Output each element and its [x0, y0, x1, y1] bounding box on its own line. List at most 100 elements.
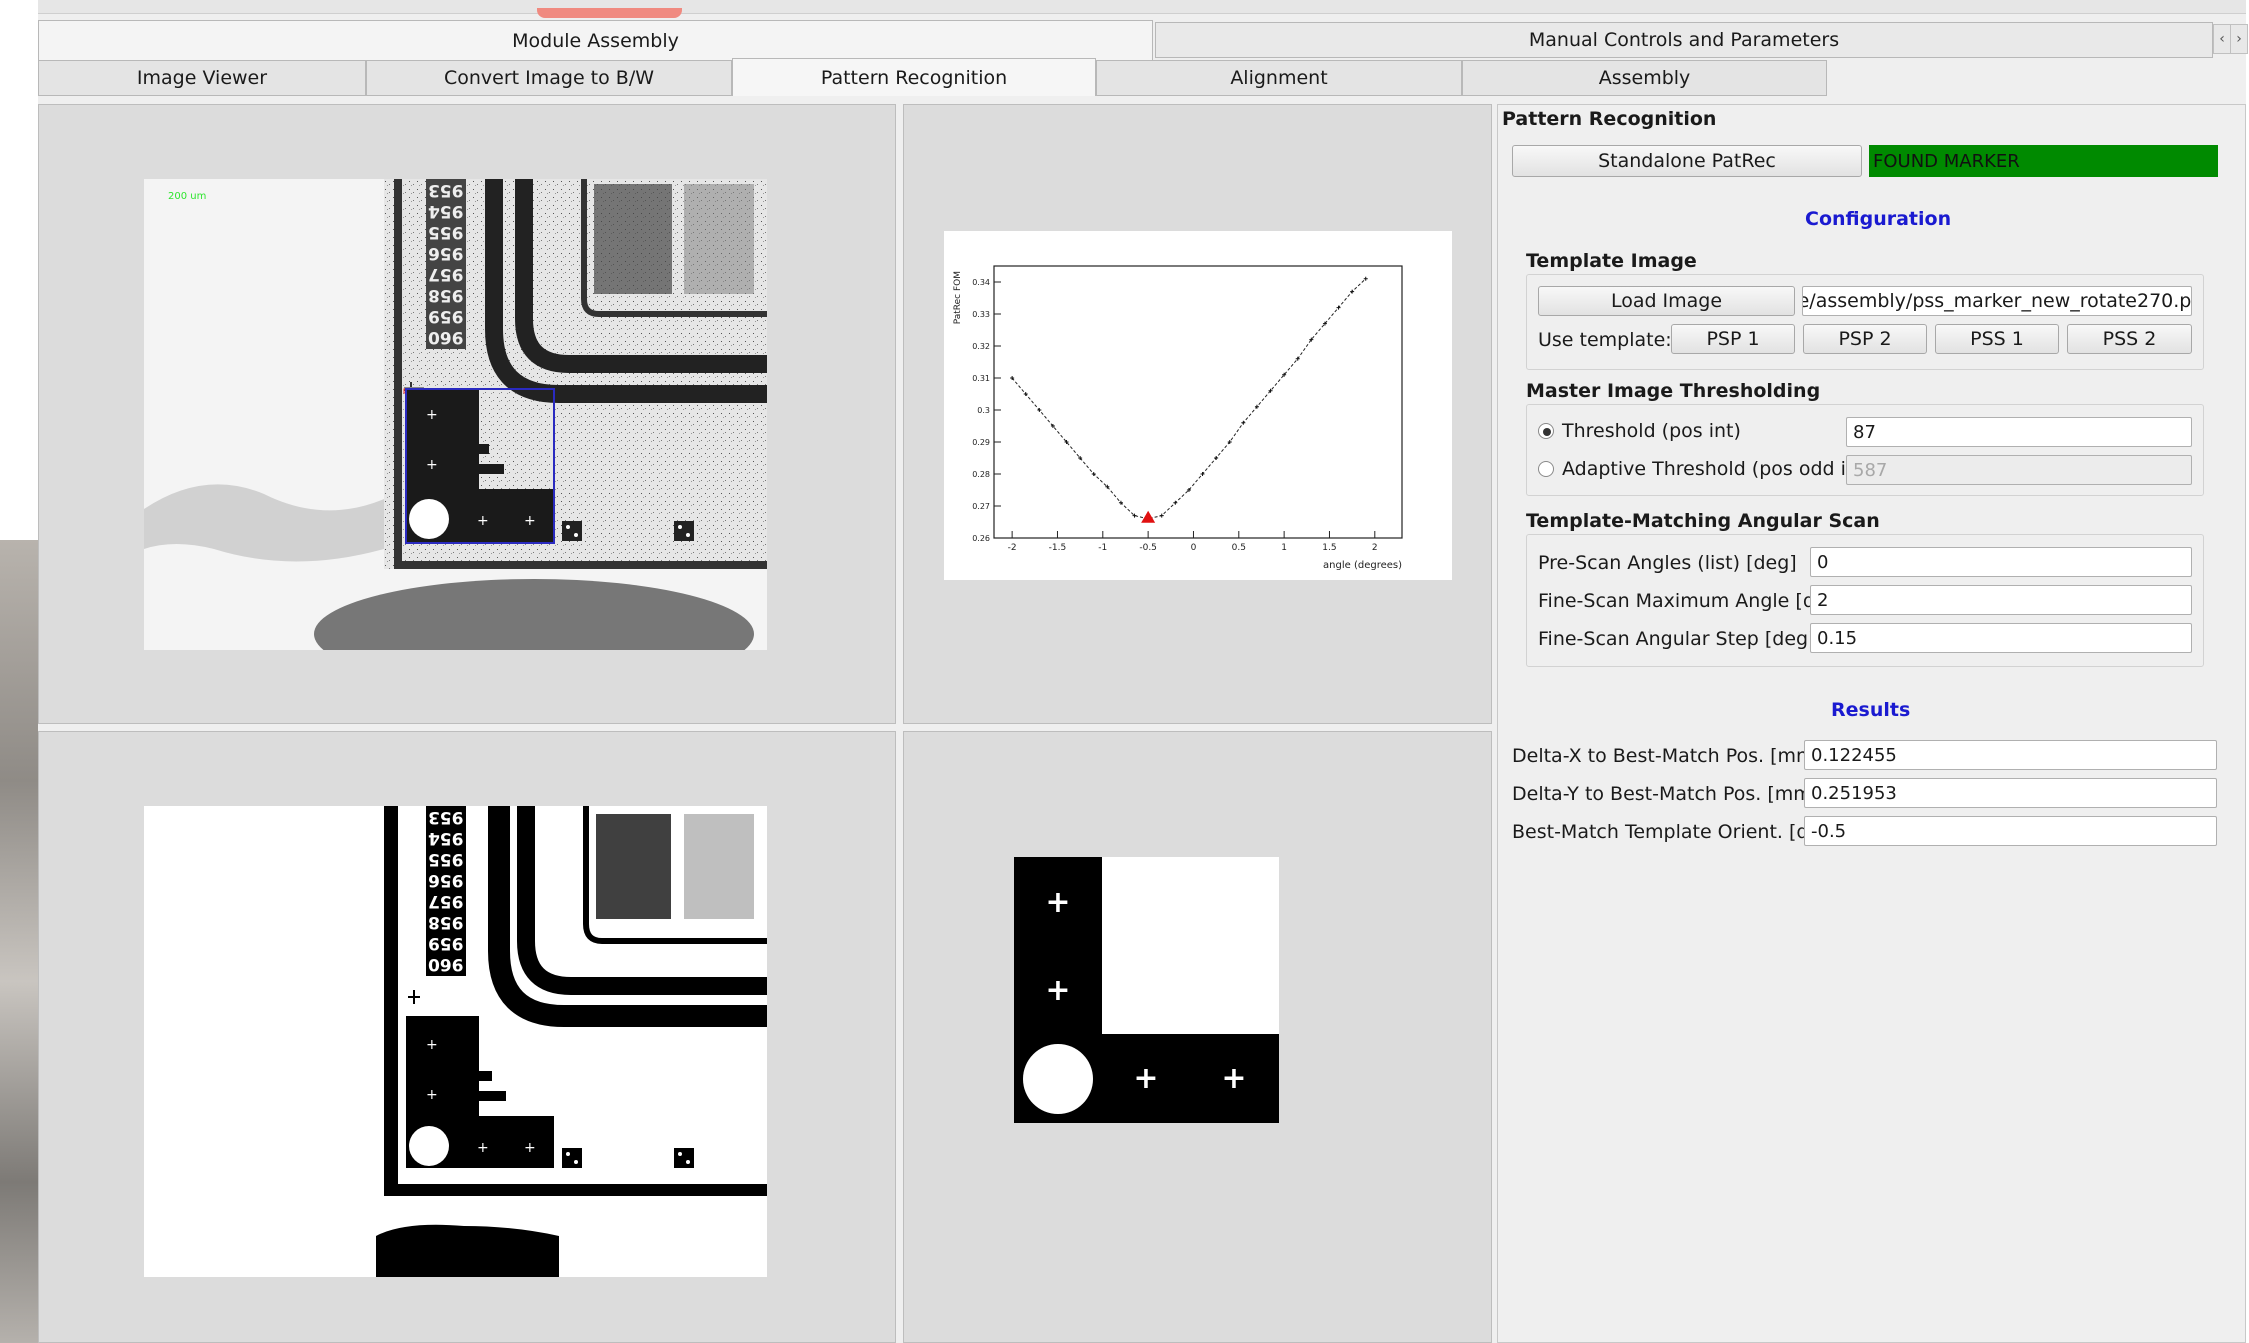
tab-alignment[interactable]: Alignment: [1096, 60, 1462, 96]
y-tick-label: 0.3: [977, 406, 990, 415]
fom-plot-svg: 0.26 0.27 0.28 0.29 0.3 0.31 0.32 0.33 0.34 -2 -1…: [953, 265, 1403, 571]
y-tick-label: 0.34: [972, 278, 990, 287]
chip-number: 957: [428, 891, 464, 911]
orientation-field[interactable]: -0.5: [1804, 816, 2217, 846]
chip-number: 956: [428, 243, 464, 263]
y-tick-label: 0.33: [972, 310, 990, 319]
svg-text:+: +: [524, 1140, 536, 1156]
tab-module-assembly[interactable]: Module Assembly: [38, 20, 1153, 60]
chip-number: 959: [428, 933, 464, 953]
tab-scroll-left-icon[interactable]: ‹: [2213, 24, 2231, 54]
chip-number: 955: [428, 849, 464, 869]
standalone-patrec-button[interactable]: Standalone PatRec: [1512, 145, 1862, 177]
template-path-field[interactable]: are/assembly/pss_marker_new_rotate270.pn…: [1802, 286, 2192, 316]
pre-scan-input[interactable]: 0: [1810, 547, 2192, 577]
x-tick-label: -1: [1098, 543, 1107, 553]
y-tick-label: 0.27: [972, 502, 990, 511]
psp1-button[interactable]: PSP 1: [1671, 324, 1795, 354]
x-tick-label: -1.5: [1049, 543, 1067, 553]
delta-x-field[interactable]: 0.122455: [1804, 740, 2217, 770]
plot-ylabel: PatRec FOM: [953, 271, 963, 324]
configuration-header: Configuration: [1805, 208, 1952, 230]
chip-number: 953: [428, 807, 464, 827]
svg-text:+: +: [1221, 1061, 1246, 1096]
template-marker-graphic: + + + +: [1014, 857, 1279, 1123]
window-indicator: [537, 8, 682, 18]
svg-text:+: +: [1133, 1061, 1158, 1096]
fine-scan-max-input[interactable]: 2: [1810, 585, 2192, 615]
x-tick-label: -2: [1008, 543, 1017, 553]
delta-x-label: Delta-X to Best-Match Pos. [mm]: [1512, 745, 1822, 767]
thresholding-title: Master Image Thresholding: [1526, 380, 1821, 402]
chip-number: 959: [428, 306, 464, 326]
chip-number: 953: [428, 180, 464, 200]
plot-frame: [993, 265, 1403, 539]
orientation-label: Best-Match Template Orient. [deg]: [1512, 821, 1840, 843]
tab-pattern-recognition[interactable]: Pattern Recognition: [732, 58, 1096, 96]
delta-y-label: Delta-Y to Best-Match Pos. [mm]: [1512, 783, 1820, 805]
svg-text:+: +: [477, 1140, 489, 1156]
chip-number: 958: [428, 285, 464, 305]
pss2-button[interactable]: PSS 2: [2067, 324, 2192, 354]
angular-scan-title: Template-Matching Angular Scan: [1526, 510, 1880, 532]
chip-number: 958: [428, 912, 464, 932]
status-indicator: FOUND MARKER: [1869, 145, 2218, 177]
x-tick-label: 0: [1191, 543, 1197, 553]
chip-number: 955: [428, 222, 464, 242]
y-tick-label: 0.29: [972, 438, 990, 447]
psp2-button[interactable]: PSP 2: [1803, 324, 1927, 354]
svg-text:+: +: [426, 1087, 438, 1103]
plot-xlabel: angle (degrees): [1323, 560, 1402, 571]
svg-text:+: +: [1045, 885, 1070, 920]
x-tick-label: 0.5: [1232, 543, 1246, 553]
y-tick-label: 0.28: [972, 470, 990, 479]
chip-number: 956: [428, 870, 464, 890]
x-tick-label: -0.5: [1139, 543, 1157, 553]
pre-scan-label: Pre-Scan Angles (list) [deg]: [1538, 552, 1797, 574]
threshold-radio[interactable]: [1538, 423, 1554, 439]
pss1-button[interactable]: PSS 1: [1935, 324, 2059, 354]
tab-scroll-right-icon[interactable]: ›: [2230, 24, 2248, 54]
svg-text:+: +: [426, 457, 438, 473]
bw-image[interactable]: + + + + 953 954 955 956 957 958 959 960: [144, 806, 767, 1277]
tab-image-viewer[interactable]: Image Viewer: [38, 60, 366, 96]
x-tick-label: 1: [1281, 543, 1287, 553]
adaptive-threshold-radio[interactable]: [1538, 461, 1554, 477]
svg-text:+: +: [477, 513, 489, 529]
y-tick-label: 0.32: [972, 342, 990, 351]
threshold-input[interactable]: 87: [1846, 417, 2192, 447]
use-template-label: Use template:: [1538, 329, 1672, 351]
load-image-button[interactable]: Load Image: [1538, 286, 1795, 316]
adaptive-threshold-label: Adaptive Threshold (pos odd int): [1562, 458, 1873, 480]
svg-text:+: +: [426, 407, 438, 423]
x-tick-label: 2: [1372, 543, 1378, 553]
chip-number: 960: [428, 327, 464, 347]
fine-scan-step-input[interactable]: 0.15: [1810, 623, 2192, 653]
master-image[interactable]: + + + + 200 um 953 954 955 956 957 958 9…: [144, 179, 767, 650]
results-header: Results: [1831, 699, 1911, 721]
chip-number: 957: [428, 264, 464, 284]
chip-number: 954: [428, 828, 464, 848]
panel-title: Pattern Recognition: [1502, 108, 1717, 130]
fom-plot: 0.26 0.27 0.28 0.29 0.3 0.31 0.32 0.33 0.34 -2 -1…: [944, 231, 1452, 580]
top-strip: [38, 0, 2246, 14]
tab-convert-bw[interactable]: Convert Image to B/W: [366, 60, 732, 96]
scale-bar-label: 200 um: [168, 191, 207, 202]
svg-text:+: +: [524, 513, 536, 529]
chip-number: 954: [428, 201, 464, 221]
fine-scan-step-label: Fine-Scan Angular Step [deg]: [1538, 628, 1816, 650]
tab-assembly[interactable]: Assembly: [1462, 60, 1827, 96]
template-image: + + + +: [1014, 857, 1279, 1123]
background-photo: [0, 540, 38, 1343]
chip-number-column: 953 954 955 956 957 958 959 960: [428, 179, 464, 349]
delta-y-field[interactable]: 0.251953: [1804, 778, 2217, 808]
tab-manual-controls[interactable]: Manual Controls and Parameters: [1155, 22, 2213, 58]
y-tick-label: 0.31: [972, 374, 990, 383]
svg-text:+: +: [426, 1037, 438, 1053]
chip-number: 960: [428, 954, 464, 974]
threshold-label: Threshold (pos int): [1562, 420, 1741, 442]
fine-scan-max-label: Fine-Scan Maximum Angle [deg]: [1538, 590, 1847, 612]
adaptive-threshold-input[interactable]: 587: [1846, 455, 2192, 485]
template-image-title: Template Image: [1526, 250, 1697, 272]
svg-text:+: +: [1045, 973, 1070, 1008]
